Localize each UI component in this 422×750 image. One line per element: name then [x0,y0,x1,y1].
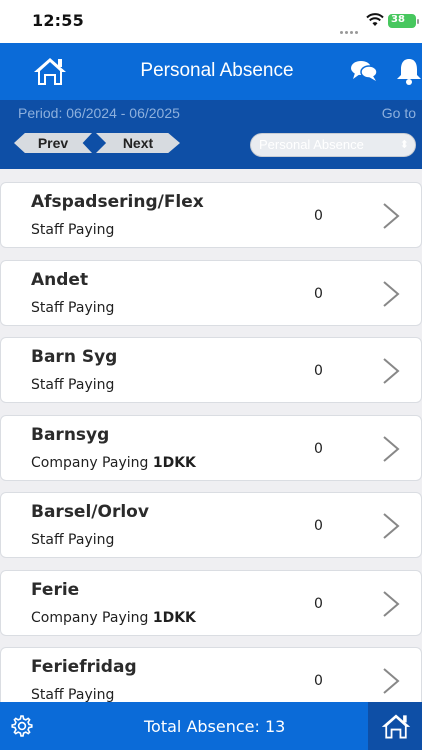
battery-icon: 38 [388,14,419,28]
status-bar: 12:55 38 [0,0,422,43]
goto-link[interactable]: Go to [382,105,416,121]
status-time: 12:55 [32,11,84,30]
item-title: Feriefridag [31,657,137,677]
item-title: Barnsyg [31,425,110,445]
bottom-bar: Total Absence: 13 [0,702,422,750]
select-arrows-icon: ⬍ [399,139,409,151]
chevron-right-icon [383,436,400,462]
chevron-right-icon [383,513,400,539]
item-value: 0 [314,518,323,534]
total-absence: Total Absence: 13 [144,717,286,736]
signal-icon [340,19,360,34]
chevron-right-icon [383,591,400,617]
item-subtitle: Company Paying 1DKK [31,455,196,471]
chevron-right-icon [383,668,400,694]
item-subtitle: Company Paying 1DKK [31,610,196,626]
list-item[interactable]: Barnsyg Company Paying 1DKK 0 [0,415,422,481]
absence-type-select[interactable]: Personal Absence ⬍ [250,133,416,157]
chevron-right-icon [383,281,400,307]
select-value: Personal Absence [259,137,364,152]
item-subtitle: Staff Paying [31,300,115,316]
item-value: 0 [314,673,323,689]
settings-icon[interactable] [10,714,34,738]
item-title: Andet [31,270,89,290]
item-title: Afspadsering/Flex [31,192,204,212]
item-value: 0 [314,596,323,612]
battery-level: 38 [391,14,405,25]
list-item[interactable]: Andet Staff Paying 0 [0,260,422,326]
item-subtitle: Staff Paying [31,377,115,393]
next-button[interactable]: Next [96,133,180,153]
chat-icon[interactable] [350,60,378,82]
home-button[interactable] [368,702,422,750]
item-value: 0 [314,286,323,302]
chevron-right-icon [383,203,400,229]
item-value: 0 [314,208,323,224]
app-header: Personal Absence [0,43,422,100]
item-subtitle: Staff Paying [31,222,115,238]
prev-button[interactable]: Prev [14,133,92,153]
item-value: 0 [314,363,323,379]
period-label: Period: 06/2024 - 06/2025 [18,105,180,121]
item-title: Barsel/Orlov [31,502,149,522]
item-title: Barn Syg [31,347,118,367]
list-item[interactable]: Barn Syg Staff Paying 0 [0,337,422,403]
wifi-icon [366,13,384,26]
item-subtitle: Staff Paying [31,532,115,548]
item-value: 0 [314,441,323,457]
bell-icon[interactable] [396,57,422,85]
list-item[interactable]: Ferie Company Paying 1DKK 0 [0,570,422,636]
home-icon [381,714,411,739]
list-item[interactable]: Barsel/Orlov Staff Paying 0 [0,492,422,558]
item-title: Ferie [31,580,80,600]
item-subtitle: Staff Paying [31,687,115,703]
chevron-right-icon [383,358,400,384]
list-item[interactable]: Afspadsering/Flex Staff Paying 0 [0,182,422,248]
period-toolbar: Period: 06/2024 - 06/2025 Go to Prev Nex… [0,100,422,169]
